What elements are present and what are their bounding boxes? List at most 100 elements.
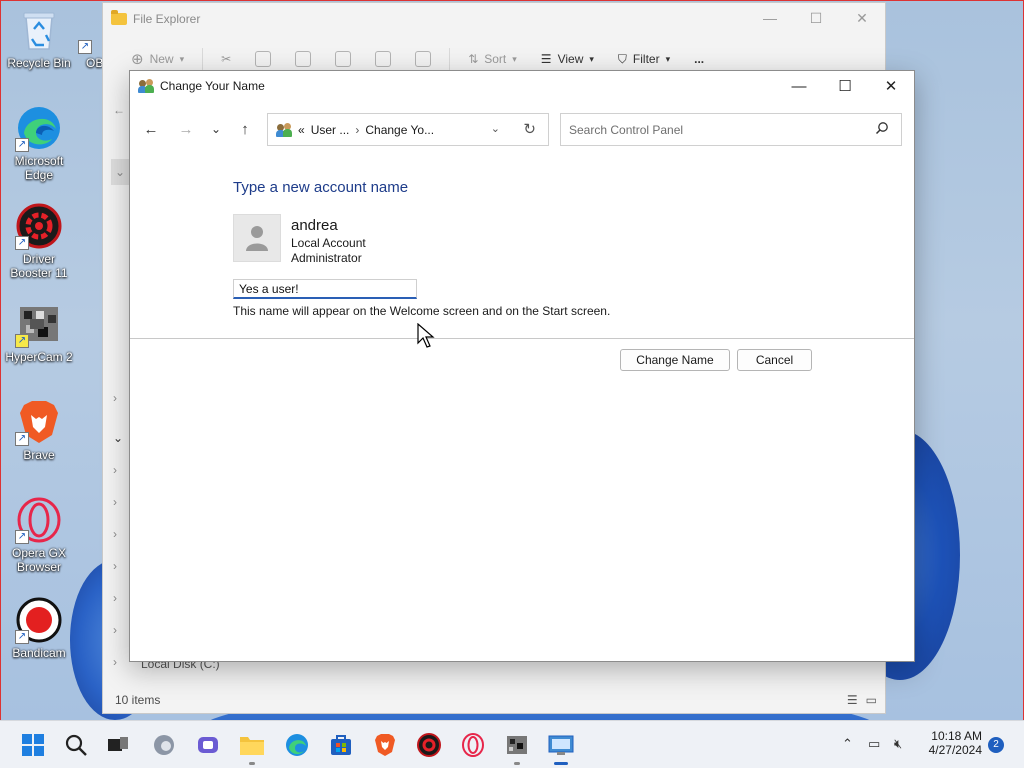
sort-button[interactable]: ⇅ Sort ▾	[458, 45, 527, 73]
breadcrumb-overflow[interactable]: «	[298, 123, 305, 137]
notification-badge[interactable]: 2	[988, 737, 1004, 753]
maximize-button[interactable]: ☐	[793, 3, 839, 33]
desktop-icon-bandicam[interactable]: ↗ Bandicam	[2, 596, 76, 660]
minimize-button[interactable]: —	[747, 3, 793, 33]
clock-time: 10:18 AM	[931, 729, 982, 743]
view-button[interactable]: ☰ View ▾	[531, 45, 604, 73]
running-indicator	[249, 762, 255, 765]
taskbar-app-control-panel[interactable]	[547, 731, 575, 765]
change-name-button[interactable]: Change Name	[620, 349, 730, 371]
view-toggle: ☰ ▭	[847, 693, 877, 707]
desktop-icon-brave[interactable]: ↗ Brave	[2, 398, 76, 462]
copy-icon	[255, 51, 272, 67]
close-button[interactable]: ✕	[868, 71, 914, 101]
taskbar-app-file-explorer[interactable]	[238, 731, 266, 765]
desktop-icon-label: Bandicam	[12, 646, 66, 660]
breadcrumb-item[interactable]: Change Yo...	[365, 123, 434, 137]
taskbar-app-hypercam[interactable]	[503, 731, 531, 765]
desktop-icon-recycle-bin[interactable]: Recycle Bin	[2, 6, 76, 70]
maximize-button[interactable]: ☐	[822, 71, 868, 101]
taskbar-app-edge-beta[interactable]	[150, 731, 178, 759]
share-button[interactable]	[365, 45, 401, 73]
cancel-button[interactable]: Cancel	[737, 349, 812, 371]
cut-button[interactable]: ✂	[211, 45, 241, 73]
new-button[interactable]: ⊕ New ▾	[121, 45, 194, 73]
forward-button[interactable]: →	[175, 119, 197, 139]
task-view-icon	[108, 737, 128, 751]
change-name-dialog[interactable]: Change Your Name — ☐ ✕ ← → ⌄ ↑ « User ..…	[129, 70, 915, 662]
see-more-button[interactable]: ...	[684, 45, 714, 73]
chevron-right-icon[interactable]: ›	[113, 655, 117, 669]
chevron-right-icon[interactable]: ›	[113, 623, 117, 637]
chevron-down-icon[interactable]: ⌄	[113, 431, 123, 445]
start-button[interactable]	[19, 731, 47, 759]
task-view-button[interactable]	[104, 731, 132, 759]
desktop-icon-edge[interactable]: ↗ Microsoft Edge	[2, 104, 76, 182]
paste-button[interactable]	[285, 45, 321, 73]
chevron-right-icon[interactable]: ›	[113, 391, 117, 405]
brave-icon: ↗	[15, 398, 63, 446]
search-input[interactable]: Search Control Panel	[560, 113, 902, 146]
taskbar-app-store[interactable]	[327, 731, 355, 759]
windows-logo-icon	[22, 734, 44, 756]
filter-button[interactable]: ⛉ Filter ▾	[608, 45, 680, 73]
control-panel-icon	[548, 735, 574, 755]
desktop-icon-hypercam[interactable]: ↗ HyperCam 2	[2, 300, 76, 364]
mouse-cursor-icon	[417, 323, 435, 348]
taskbar-app-teams[interactable]	[194, 731, 222, 759]
chevron-down-icon[interactable]: ⌄	[491, 122, 500, 135]
desktop-icon-label: HyperCam 2	[5, 350, 73, 364]
shortcut-arrow-icon: ↗	[15, 432, 29, 446]
taskbar-app-brave[interactable]	[371, 731, 399, 759]
copy-button[interactable]	[245, 45, 281, 73]
explorer-titlebar: File Explorer	[111, 9, 200, 29]
shortcut-arrow-icon: ↗	[15, 138, 29, 152]
address-bar[interactable]: « User ... › Change Yo... ⌄ ↻	[267, 113, 549, 146]
driver-booster-icon	[417, 733, 441, 757]
breadcrumb-item[interactable]: User ...	[311, 123, 350, 137]
chevron-right-icon[interactable]: ›	[113, 559, 117, 573]
taskbar-app-edge[interactable]	[283, 731, 311, 759]
desktop-icon-label: Microsoft Edge	[14, 154, 64, 182]
refresh-icon[interactable]: ↻	[523, 120, 536, 138]
chevron-down-icon: ▾	[179, 53, 185, 64]
network-icon[interactable]: ▭	[868, 736, 880, 752]
system-clock[interactable]: 10:18 AM 4/27/2024	[922, 729, 982, 757]
desktop-icon-label: Recycle Bin	[7, 56, 71, 70]
avatar	[233, 214, 281, 262]
chevron-right-icon[interactable]: ›	[113, 495, 117, 509]
shortcut-arrow-icon: ↗	[15, 630, 29, 644]
tiles-view-icon[interactable]: ▭	[866, 693, 877, 707]
taskbar-app-opera-gx[interactable]	[459, 731, 487, 759]
chevron-down-icon: ▾	[589, 53, 594, 64]
active-indicator	[554, 762, 568, 765]
address-row: ← → ⌄ ↑ « User ... › Change Yo... ⌄ ↻ Se…	[130, 111, 914, 147]
running-indicator	[514, 762, 520, 765]
rename-button[interactable]	[325, 45, 361, 73]
details-view-icon[interactable]: ☰	[847, 693, 858, 707]
up-button[interactable]: ↑	[234, 119, 256, 139]
search-button[interactable]	[62, 731, 90, 759]
show-hidden-icons-button[interactable]: ⌃	[842, 736, 853, 752]
opera-gx-icon: ↗	[15, 496, 63, 544]
back-button[interactable]: ←	[140, 119, 162, 139]
volume-muted-icon[interactable]: 🔇︎	[894, 736, 902, 752]
dialog-title: Change Your Name	[160, 79, 265, 93]
back-icon[interactable]: ←	[113, 103, 125, 117]
recent-locations-button[interactable]: ⌄	[205, 119, 227, 139]
search-placeholder: Search Control Panel	[569, 122, 684, 137]
delete-button[interactable]	[405, 45, 441, 73]
close-button[interactable]: ✕	[839, 3, 885, 33]
shortcut-arrow-icon: ↗	[78, 40, 92, 54]
minimize-button[interactable]: —	[776, 71, 822, 101]
edge-icon	[286, 734, 308, 756]
new-account-name-field[interactable]	[233, 279, 417, 299]
chevron-down-icon[interactable]: ⌄	[111, 159, 129, 185]
taskbar-app-driver-booster[interactable]	[415, 731, 443, 759]
chevron-right-icon[interactable]: ›	[113, 591, 117, 605]
desktop-icon-driver-booster[interactable]: ↗ Driver Booster 11	[2, 202, 76, 280]
chevron-right-icon[interactable]: ›	[113, 463, 117, 477]
hypercam-icon: ↗	[15, 300, 63, 348]
chevron-right-icon[interactable]: ›	[113, 527, 117, 541]
desktop-icon-opera-gx[interactable]: ↗ Opera GX Browser	[2, 496, 76, 574]
